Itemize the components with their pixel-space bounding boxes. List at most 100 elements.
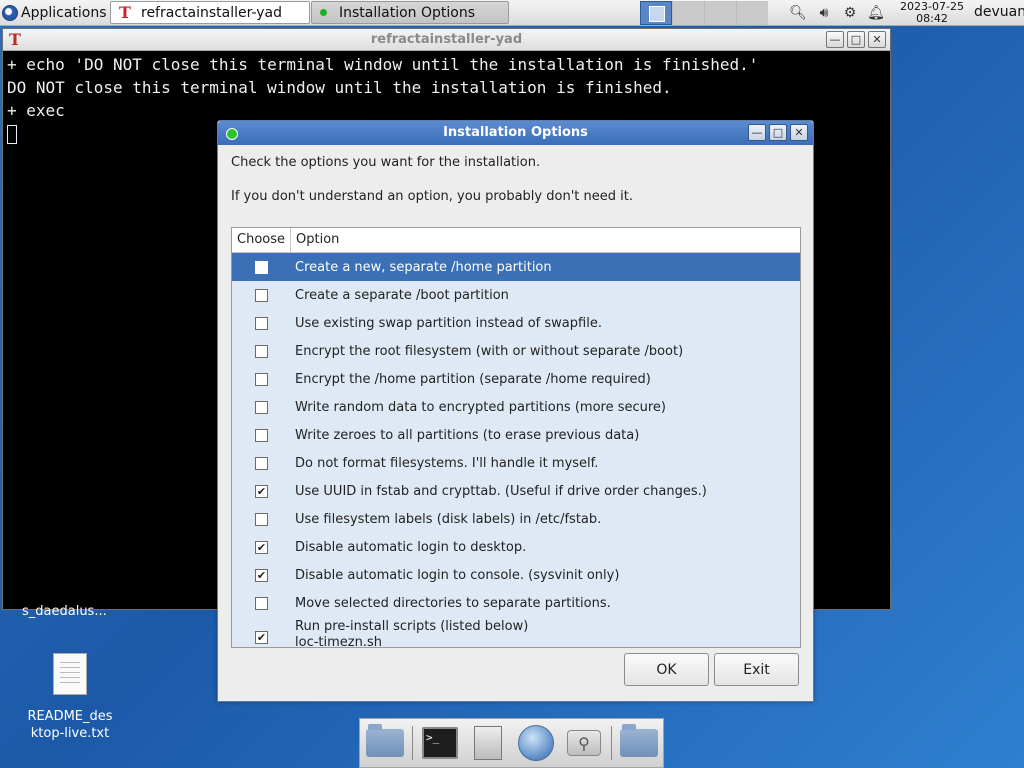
option-row[interactable]: Do not format filesystems. I'll handle i…: [232, 449, 800, 477]
workspace-4[interactable]: [736, 1, 768, 25]
option-checkbox[interactable]: ✔: [255, 540, 268, 554]
dock-cabinet[interactable]: [467, 723, 509, 763]
option-row[interactable]: Write random data to encrypted partition…: [232, 393, 800, 421]
folder-icon: [620, 724, 658, 757]
taskbar-item-label: Installation Options: [339, 4, 476, 21]
dialog-title: Installation Options: [443, 125, 588, 140]
workspace-3[interactable]: [704, 1, 736, 25]
option-checkbox[interactable]: ✔: [255, 568, 268, 582]
option-checkbox[interactable]: [255, 400, 268, 414]
workspace-1[interactable]: [640, 1, 672, 25]
option-checkbox[interactable]: ✔: [255, 484, 268, 498]
bell-icon[interactable]: 🔔︎: [866, 3, 886, 23]
option-label: Use filesystem labels (disk labels) in /…: [291, 512, 601, 527]
home-folder-icon: [366, 724, 404, 757]
option-label: Move selected directories to separate pa…: [291, 596, 611, 611]
minimize-button[interactable]: —: [748, 124, 766, 141]
option-row[interactable]: ✔ Use UUID in fstab and crypttab. (Useful…: [232, 477, 800, 505]
option-label: Use existing swap partition instead of s…: [291, 316, 602, 331]
option-checkbox-cell: [232, 372, 291, 386]
option-row[interactable]: ✔ Disable automatic login to console. (sy…: [232, 561, 800, 589]
file-cabinet-icon: [474, 726, 502, 760]
option-checkbox-cell: ✔: [232, 568, 291, 582]
applications-menu[interactable]: Applications ⋮: [2, 2, 125, 24]
option-checkbox-cell: [232, 512, 291, 526]
taskbar-item-installation-options[interactable]: Installation Options: [311, 1, 509, 24]
option-row[interactable]: Encrypt the /home partition (separate /h…: [232, 365, 800, 393]
option-checkbox[interactable]: [255, 596, 268, 610]
terminal-line: + echo 'DO NOT close this terminal windo…: [7, 55, 759, 74]
option-row[interactable]: Use existing swap partition instead of s…: [232, 309, 800, 337]
option-row[interactable]: Encrypt the root filesystem (with or wit…: [232, 337, 800, 365]
dialog-titlebar[interactable]: Installation Options — □ ✕: [218, 121, 813, 145]
option-label-text: Use existing swap partition instead of s…: [295, 315, 602, 331]
option-label: Disable automatic login to desktop.: [291, 540, 526, 555]
applications-label: Applications: [21, 5, 107, 21]
dock-separator: [412, 726, 413, 760]
option-checkbox[interactable]: [255, 316, 268, 330]
terminal-title: refractainstaller-yad: [370, 32, 523, 47]
option-checkbox-cell: ✔: [232, 540, 291, 554]
option-row[interactable]: Write zeroes to all partitions (to erase…: [232, 421, 800, 449]
option-label-text: Disable automatic login to desktop.: [295, 539, 527, 555]
taskbar-item-label: refractainstaller-yad: [141, 4, 283, 21]
option-checkbox[interactable]: [255, 344, 268, 358]
option-label: Encrypt the /home partition (separate /h…: [291, 372, 651, 387]
column-header-choose[interactable]: Choose: [232, 228, 291, 253]
desktop-icon-label[interactable]: s_daedalus...: [22, 604, 107, 619]
dock-folder[interactable]: [618, 723, 660, 763]
maximize-button[interactable]: □: [769, 124, 787, 141]
volume-icon[interactable]: 🔊︎: [814, 3, 834, 23]
installation-options-dialog[interactable]: Installation Options — □ ✕ Check the opt…: [217, 120, 814, 702]
option-row[interactable]: ✔ Disable automatic login to desktop.: [232, 533, 800, 561]
option-row[interactable]: ✔ Run pre-install scripts (listed below) l…: [232, 617, 800, 647]
dock-separator: [611, 726, 612, 760]
option-label-text: Create a separate /boot partition: [295, 287, 509, 303]
readme-label-line-1: README_des: [27, 709, 113, 724]
desktop-icon-label: README_des ktop-live.txt: [22, 708, 118, 742]
option-row[interactable]: Create a separate /boot partition: [232, 281, 800, 309]
option-checkbox[interactable]: [255, 372, 268, 386]
maximize-button[interactable]: □: [847, 31, 865, 48]
option-checkbox[interactable]: [255, 260, 268, 274]
option-row[interactable]: Create a new, separate /home partition: [232, 253, 800, 281]
search-icon[interactable]: 🔍︎: [788, 3, 808, 23]
option-label: Disable automatic login to console. (sys…: [291, 568, 619, 583]
exit-button[interactable]: Exit: [714, 653, 799, 686]
option-checkbox[interactable]: [255, 428, 268, 442]
ok-button[interactable]: OK: [624, 653, 709, 686]
option-checkbox[interactable]: [255, 512, 268, 526]
option-checkbox-cell: [232, 288, 291, 302]
user-name[interactable]: devuan: [974, 4, 1024, 20]
dock-terminal[interactable]: >_: [419, 723, 461, 763]
clock[interactable]: 2023-07-25 08:42: [894, 0, 970, 26]
option-checkbox-cell: [232, 428, 291, 442]
close-button[interactable]: ✕: [790, 124, 808, 141]
option-label: Write random data to encrypted partition…: [291, 400, 666, 415]
dock-browser[interactable]: [515, 723, 557, 763]
option-checkbox[interactable]: ✔: [255, 631, 268, 644]
green-dot-icon: [320, 9, 327, 16]
close-button[interactable]: ✕: [868, 31, 886, 48]
option-row[interactable]: Use filesystem labels (disk labels) in /…: [232, 505, 800, 533]
network-icon[interactable]: ⚙︎: [840, 3, 860, 23]
option-label: Write zeroes to all partitions (to erase…: [291, 428, 639, 443]
dock-search[interactable]: ⚲: [563, 723, 605, 763]
option-row[interactable]: Move selected directories to separate pa…: [232, 589, 800, 617]
taskbar-item-terminal[interactable]: T refractainstaller-yad: [110, 1, 310, 24]
option-label-text: Use UUID in fstab and crypttab. (Useful …: [295, 483, 707, 499]
workspace-pager: [640, 1, 768, 25]
option-label-text: Write random data to encrypted partition…: [295, 399, 667, 415]
desktop-icon-readme[interactable]: README_des ktop-live.txt: [22, 653, 118, 742]
minimize-button[interactable]: —: [826, 31, 844, 48]
workspace-2[interactable]: [672, 1, 704, 25]
option-label-text: Write zeroes to all partitions (to erase…: [295, 427, 640, 443]
dialog-instruction: Check the options you want for the insta…: [231, 155, 541, 170]
terminal-titlebar[interactable]: T refractainstaller-yad — □ ✕: [3, 29, 890, 51]
option-checkbox[interactable]: [255, 456, 268, 470]
option-checkbox[interactable]: [255, 288, 268, 302]
column-header-option[interactable]: Option: [291, 228, 339, 253]
option-label-text: Encrypt the root filesystem (with or wit…: [295, 343, 684, 359]
dock-file-manager[interactable]: [364, 723, 406, 763]
options-list[interactable]: Choose Option Create a new, separate /ho…: [231, 227, 801, 648]
